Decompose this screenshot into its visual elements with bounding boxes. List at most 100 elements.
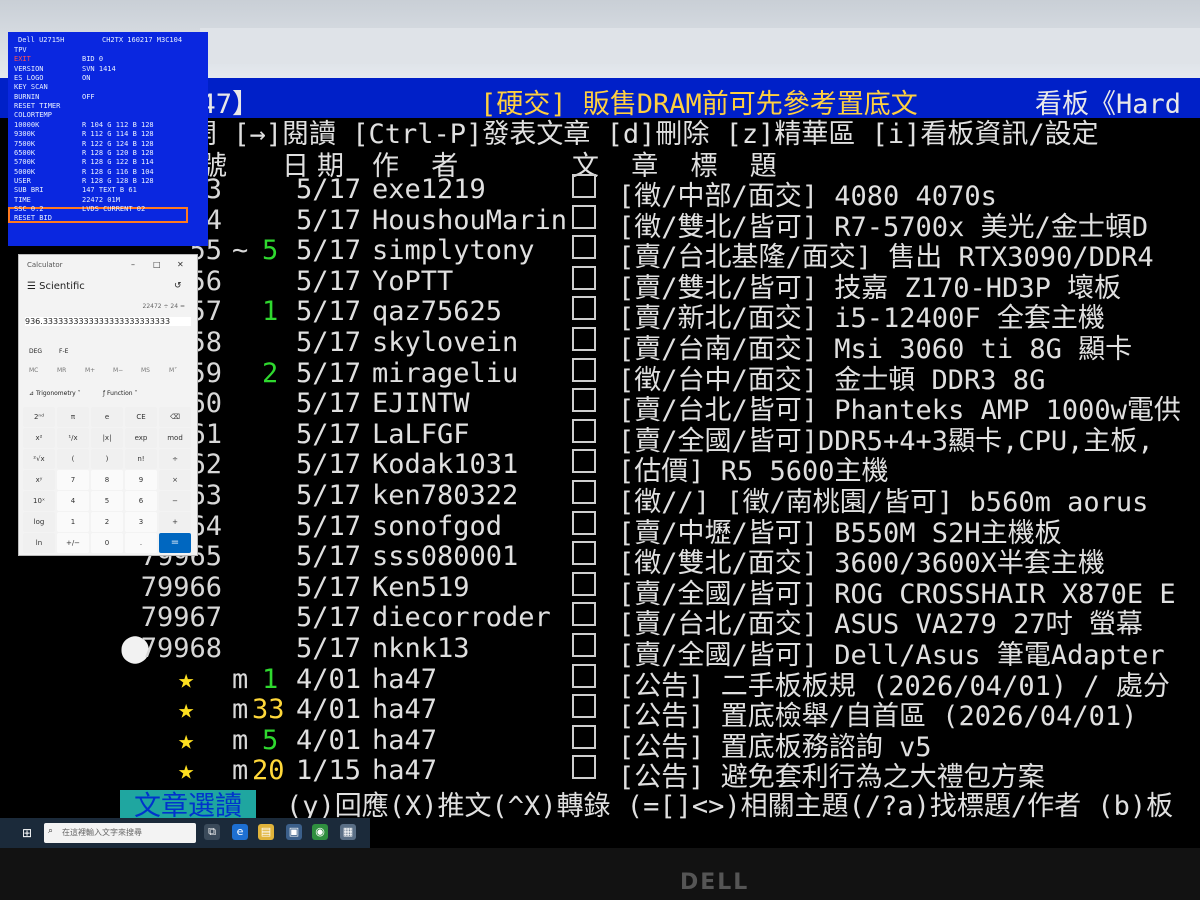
calculator-taskbar-icon[interactable]: ▦ bbox=[340, 824, 356, 840]
calc-key[interactable]: × bbox=[159, 470, 191, 490]
article-date: 5/17 bbox=[296, 418, 362, 450]
article-author: mirageliu bbox=[372, 357, 519, 389]
memory-button[interactable]: M− bbox=[113, 367, 123, 374]
calc-key[interactable]: +/− bbox=[57, 533, 89, 553]
article-row[interactable]: ★ m 20 1/15 ha47 [公告] 避免套利行為之大禮包方案 bbox=[0, 755, 1200, 793]
push-count: 5 bbox=[262, 235, 279, 267]
article-row[interactable]: ★ m 33 4/01 ha47 [公告] 置底檢舉/自首區 (2026/04/01) bbox=[0, 694, 1200, 732]
osd-item-label: 5000K bbox=[14, 167, 36, 176]
calculator-window[interactable]: Calculator – □ ✕ ☰ Scientific ↺ 22472 ÷ … bbox=[18, 254, 198, 556]
calc-key[interactable]: 3 bbox=[125, 512, 157, 532]
calc-key[interactable]: mod bbox=[159, 428, 191, 448]
osd-item-value: 147 TEXT B 61 bbox=[82, 186, 137, 195]
calc-key[interactable]: ¹/x bbox=[57, 428, 89, 448]
calculator-titlebar[interactable]: Calculator – □ ✕ bbox=[19, 255, 197, 275]
calc-key[interactable]: 9 bbox=[125, 470, 157, 490]
angle-unit-button[interactable]: DEG bbox=[29, 348, 42, 355]
minimize-icon[interactable]: – bbox=[131, 260, 135, 269]
calc-key[interactable]: = bbox=[159, 533, 191, 553]
windows-start-icon[interactable]: ⊞ bbox=[22, 826, 36, 840]
article-date: 5/17 bbox=[296, 235, 362, 267]
calc-key[interactable]: 4 bbox=[57, 491, 89, 511]
calc-key[interactable]: |x| bbox=[91, 428, 123, 448]
calc-key[interactable]: ÷ bbox=[159, 449, 191, 469]
calc-key[interactable]: exp bbox=[125, 428, 157, 448]
memory-button[interactable]: MS bbox=[141, 367, 150, 374]
push-count: 1 bbox=[262, 296, 279, 328]
article-author: ken780322 bbox=[372, 479, 519, 511]
article-row[interactable]: ⬤ 79968 5/17 nknk13 [賣/全國/皆可] Dell/Asus 筆電Ad… bbox=[0, 632, 1200, 671]
osd-item-label: RESET BID bbox=[14, 214, 52, 223]
calculator-mode[interactable]: ☰ Scientific bbox=[27, 281, 85, 292]
calc-key[interactable]: e bbox=[91, 407, 123, 427]
calc-key[interactable]: 5 bbox=[91, 491, 123, 511]
fe-button[interactable]: F-E bbox=[59, 348, 68, 355]
unread-box-icon bbox=[572, 571, 596, 596]
pinned-star-icon: ★ bbox=[178, 755, 195, 787]
article-author: ha47 bbox=[372, 755, 438, 787]
edge-icon[interactable]: e bbox=[232, 824, 248, 840]
calc-key[interactable]: CE bbox=[125, 407, 157, 427]
article-date: 5/17 bbox=[296, 510, 362, 542]
article-author: qaz75625 bbox=[372, 296, 503, 328]
article-date: 5/17 bbox=[296, 479, 362, 511]
osd-item-value: R 104 G 112 B 128 bbox=[82, 120, 154, 129]
close-icon[interactable]: ✕ bbox=[177, 260, 184, 269]
article-flag: m bbox=[232, 724, 249, 756]
article-date: 5/17 bbox=[296, 204, 362, 236]
osd-item-label: SSC 0.2 bbox=[14, 204, 44, 213]
task-view-icon[interactable]: ⧉ bbox=[204, 824, 220, 840]
calc-key[interactable]: ( bbox=[57, 449, 89, 469]
calc-key[interactable]: 10ˣ bbox=[23, 491, 55, 511]
calc-key[interactable]: 7 bbox=[57, 470, 89, 490]
memory-button[interactable]: MR bbox=[57, 367, 66, 374]
article-date: 5/17 bbox=[296, 326, 362, 358]
calc-key[interactable]: ) bbox=[91, 449, 123, 469]
calc-key[interactable]: 8 bbox=[91, 470, 123, 490]
calc-key[interactable]: 6 bbox=[125, 491, 157, 511]
chrome-icon[interactable]: ◉ bbox=[312, 824, 328, 840]
calc-key[interactable]: ²√x bbox=[23, 449, 55, 469]
unread-box-icon bbox=[572, 174, 596, 198]
calc-key[interactable]: − bbox=[159, 491, 191, 511]
store-icon[interactable]: ▣ bbox=[286, 824, 302, 840]
osd-item-label: 7500K bbox=[14, 139, 36, 148]
maximize-icon[interactable]: □ bbox=[153, 260, 161, 269]
push-count: 33 bbox=[252, 694, 285, 726]
calc-key[interactable]: . bbox=[125, 533, 157, 553]
unread-box-icon bbox=[572, 663, 596, 688]
calc-key[interactable]: π bbox=[57, 407, 89, 427]
article-row[interactable]: 79967 5/17 diecorroder [賣/台北/面交] ASUS VA279… bbox=[0, 602, 1200, 640]
file-explorer-icon[interactable]: ▤ bbox=[258, 824, 274, 840]
calc-key[interactable]: x² bbox=[23, 428, 55, 448]
calc-key[interactable]: 2 bbox=[91, 512, 123, 532]
article-row[interactable]: ★ m 5 4/01 ha47 [公告] 置底板務諮詢 v5 bbox=[0, 724, 1200, 763]
article-row[interactable]: 79966 5/17 Ken519 [賣/全國/皆可] ROG CROSSHAIR X… bbox=[0, 571, 1200, 610]
calc-key[interactable]: ⌫ bbox=[159, 407, 191, 427]
unread-box-icon bbox=[572, 204, 596, 229]
function-menu[interactable]: ƒ Function ˅ bbox=[103, 390, 137, 397]
calc-key[interactable]: xʸ bbox=[23, 470, 55, 490]
calc-key[interactable]: 0 bbox=[91, 533, 123, 553]
osd-item-value: ON bbox=[82, 74, 91, 83]
calc-key[interactable]: log bbox=[23, 512, 55, 532]
calc-key[interactable]: n! bbox=[125, 449, 157, 469]
article-row[interactable]: ★ m 1 4/01 ha47 [公告] 二手板板規 (2026/04/01) / 處分 bbox=[0, 663, 1200, 702]
unread-box-icon bbox=[572, 479, 596, 504]
calc-key[interactable]: + bbox=[159, 512, 191, 532]
article-number: 79967 bbox=[140, 602, 222, 634]
article-author: Ken519 bbox=[372, 571, 470, 603]
trigonometry-menu[interactable]: ⊿ Trigonometry ˅ bbox=[29, 390, 81, 397]
memory-button[interactable]: M˅ bbox=[169, 367, 177, 374]
osd-item-label: 5700K bbox=[14, 158, 36, 167]
search-icon: ⌕ bbox=[48, 826, 54, 836]
history-icon[interactable]: ↺ bbox=[174, 281, 182, 291]
memory-button[interactable]: MC bbox=[29, 367, 38, 374]
unread-box-icon bbox=[572, 602, 596, 627]
memory-button[interactable]: M+ bbox=[85, 367, 95, 374]
article-author: LaLFGF bbox=[372, 418, 470, 450]
calc-key[interactable]: 1 bbox=[57, 512, 89, 532]
taskbar-search-box[interactable]: ⌕ 在這裡輸入文字來搜尋 bbox=[44, 823, 196, 843]
calc-key[interactable]: ln bbox=[23, 533, 55, 553]
calc-key[interactable]: 2ⁿᵈ bbox=[23, 407, 55, 427]
